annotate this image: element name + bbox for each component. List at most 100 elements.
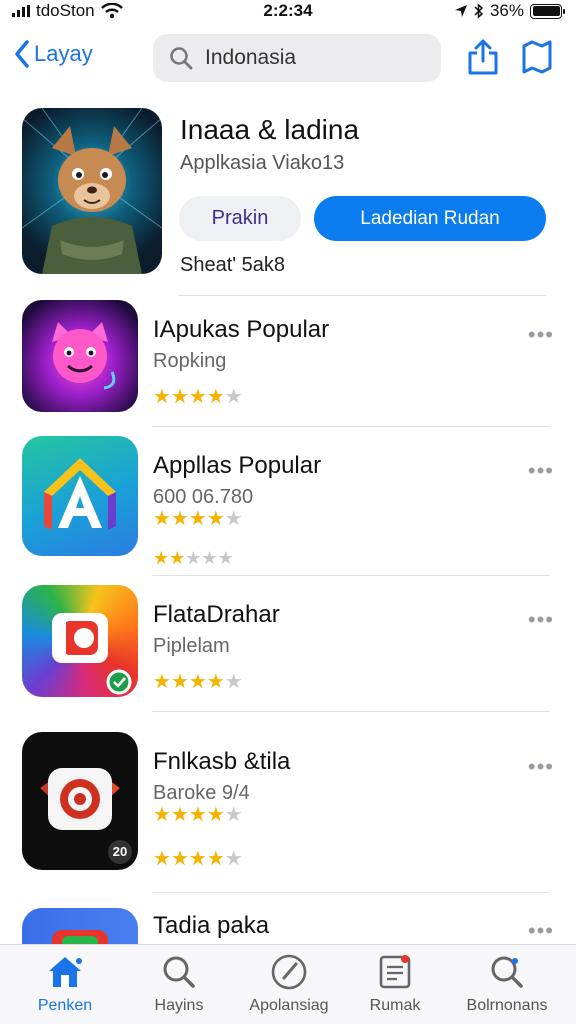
star-rating: ★★★★★ (153, 802, 243, 827)
star-icon: ★ (170, 848, 189, 870)
app-icon (22, 436, 138, 556)
compass-icon (271, 954, 307, 990)
app-badge: 20 (112, 844, 128, 859)
star-icon: ★ (170, 386, 189, 408)
star-icon: ★ (153, 848, 171, 870)
divider (152, 711, 550, 712)
tab-label: Bolrnonans (466, 997, 548, 1014)
divider (178, 295, 546, 296)
status-bar: tdoSton 2:2:34 36% (0, 0, 576, 24)
navigation-bar: Layay (0, 30, 576, 86)
star-rating: ★★★★★ (153, 506, 243, 531)
back-button[interactable]: Layay (14, 40, 93, 68)
secondary-star-rating: ★★★★★ (153, 846, 243, 871)
more-options-button[interactable]: ••• (528, 918, 554, 944)
profile-search-icon (491, 956, 523, 988)
star-icon: ★ (188, 848, 207, 870)
tab-home[interactable]: Penken (10, 953, 120, 1015)
list-item[interactable]: IApukas Popular Ropking ★★★★★ ••• (22, 300, 554, 415)
battery-percent: 36% (489, 1, 524, 20)
bluetooth-icon (474, 3, 484, 19)
more-options-button[interactable]: ••• (528, 458, 554, 484)
divider (152, 575, 550, 576)
star-icon: ★ (206, 671, 225, 693)
app-title: Appllas Popular (153, 452, 322, 479)
star-icon: ★ (206, 386, 225, 408)
list-item[interactable]: 20 Fnlkasb &tila Baroke 9/4 ★★★★★ ★★★★★ … (22, 732, 554, 877)
location-icon (454, 5, 467, 17)
search-bar[interactable] (153, 34, 441, 82)
back-label: Layay (34, 41, 93, 66)
star-rating: ★★★★★ (153, 669, 243, 694)
app-subtitle: Ropking (153, 350, 227, 372)
star-icon: ★ (224, 508, 243, 530)
star-icon: ★ (153, 804, 171, 826)
star-icon: ★ (201, 548, 218, 568)
star-icon: ★ (206, 848, 225, 870)
star-icon: ★ (169, 548, 186, 568)
app-icon (22, 585, 138, 697)
home-icon (49, 957, 82, 987)
secondary-action-button[interactable]: Prakin (179, 196, 301, 241)
tab-label: Rumak (369, 997, 421, 1014)
star-icon: ★ (153, 508, 171, 530)
featured-app-image[interactable] (22, 108, 162, 274)
app-title: Tadia paka (153, 912, 270, 939)
bookmark-icon[interactable] (520, 38, 554, 76)
star-icon: ★ (217, 548, 234, 568)
star-icon: ★ (188, 386, 207, 408)
primary-action-button[interactable]: Ladedian Rudan (314, 196, 546, 241)
app-icon (22, 300, 138, 412)
star-icon: ★ (170, 671, 189, 693)
app-title: IApukas Popular (153, 316, 330, 343)
tab-profile[interactable]: Bolrnonans (452, 953, 562, 1015)
divider (152, 426, 550, 427)
tab-label: Apolansiag (249, 997, 329, 1014)
tab-label: Penken (37, 997, 93, 1014)
search-icon (170, 47, 193, 70)
featured-app-meta: Sheat' 5ak8 (180, 254, 286, 276)
app-icon: 20 (22, 732, 138, 870)
tab-bar: Penken Hayins Apolansiag Rumak Bolrnonan… (0, 944, 576, 1024)
divider (152, 892, 550, 893)
star-icon: ★ (153, 671, 171, 693)
document-icon (379, 955, 411, 989)
more-options-button[interactable]: ••• (528, 754, 554, 780)
list-item[interactable]: Tadia paka ••• (22, 908, 554, 944)
star-icon: ★ (185, 548, 202, 568)
app-title: Fnlkasb &tila (153, 748, 291, 775)
star-icon: ★ (224, 671, 243, 693)
star-rating: ★★★★★ (153, 384, 243, 409)
tab-explore[interactable]: Apolansiag (234, 953, 344, 1015)
star-icon: ★ (153, 548, 170, 568)
star-icon: ★ (188, 671, 207, 693)
more-options-button[interactable]: ••• (528, 322, 554, 348)
search-icon (163, 956, 195, 988)
star-icon: ★ (224, 848, 243, 870)
star-icon: ★ (224, 386, 243, 408)
star-icon: ★ (170, 804, 189, 826)
share-icon[interactable] (466, 38, 500, 76)
featured-app-title: Inaaa & ladina (180, 114, 360, 145)
secondary-star-rating: ★★★★★ (153, 548, 234, 569)
star-icon: ★ (153, 386, 171, 408)
star-icon: ★ (188, 804, 207, 826)
star-icon: ★ (206, 804, 225, 826)
tab-search[interactable]: Hayins (124, 953, 234, 1015)
star-icon: ★ (206, 508, 225, 530)
featured-app-subtitle: Applkasia Viako13 (180, 152, 345, 174)
featured-app: Inaaa & ladina Applkasia Viako13 Prakin … (22, 108, 554, 288)
list-item[interactable]: FlataDrahar Piplelam ★★★★★ ••• (22, 585, 554, 700)
search-input[interactable] (205, 46, 425, 70)
star-icon: ★ (170, 508, 189, 530)
app-subtitle: Piplelam (153, 635, 230, 657)
tab-label: Hayins (154, 997, 204, 1014)
more-options-button[interactable]: ••• (528, 607, 554, 633)
chevron-left-icon (15, 40, 29, 68)
app-icon (22, 908, 138, 944)
app-title: FlataDrahar (153, 601, 280, 628)
star-icon: ★ (224, 804, 243, 826)
list-item[interactable]: Appllas Popular 600 06.780 ★★★★★ ★★★★★ •… (22, 436, 554, 569)
battery-icon (530, 3, 565, 19)
tab-documents[interactable]: Rumak (340, 953, 450, 1015)
